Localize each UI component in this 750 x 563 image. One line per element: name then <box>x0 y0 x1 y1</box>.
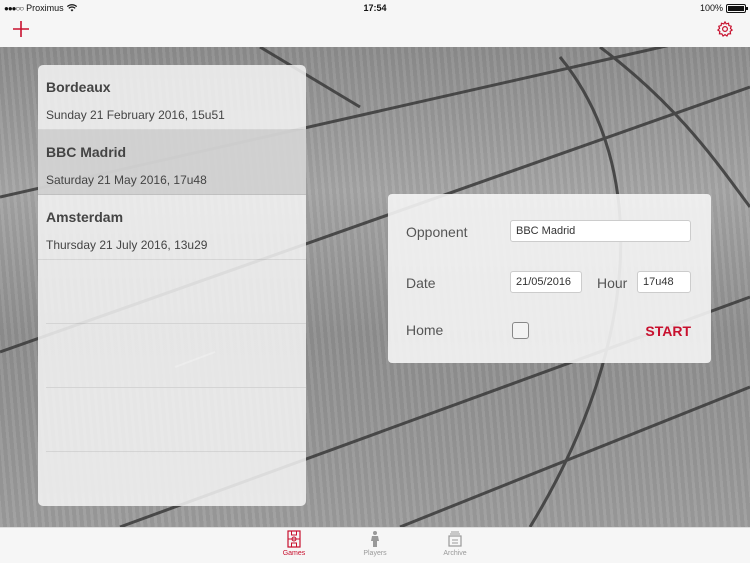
battery-icon <box>726 3 748 13</box>
game-row[interactable]: Bordeaux Sunday 21 February 2016, 15u51 <box>38 65 306 130</box>
status-bar: ●●●○○ Proximus 17:54 100% <box>0 0 750 16</box>
games-list[interactable]: Bordeaux Sunday 21 February 2016, 15u51 … <box>38 65 306 506</box>
tab-label: Games <box>282 550 306 557</box>
navigation-bar <box>0 16 750 47</box>
game-date: Sunday 21 February 2016, 15u51 <box>46 108 225 122</box>
opponent-input[interactable]: BBC Madrid <box>510 220 691 242</box>
empty-row <box>46 388 306 452</box>
hour-label: Hour <box>597 275 628 291</box>
opponent-label: Opponent <box>406 224 468 240</box>
player-icon <box>371 531 379 547</box>
archive-icon <box>448 531 462 547</box>
gear-icon <box>716 20 734 37</box>
tab-games[interactable]: Games <box>264 530 324 557</box>
add-game-button[interactable] <box>12 20 32 40</box>
battery-percent: 100% <box>699 3 723 13</box>
tab-players[interactable]: Players <box>345 530 405 557</box>
hour-input[interactable]: 17u48 <box>637 271 691 293</box>
game-opponent: Amsterdam <box>46 209 124 225</box>
tab-bar: Games Players Archive <box>0 527 750 563</box>
game-row[interactable]: Amsterdam Thursday 21 July 2016, 13u29 <box>38 195 306 260</box>
game-date: Thursday 21 July 2016, 13u29 <box>46 238 208 252</box>
start-button[interactable]: START <box>645 323 691 339</box>
tab-label: Archive <box>443 550 467 557</box>
settings-button[interactable] <box>716 20 736 40</box>
game-date: Saturday 21 May 2016, 17u48 <box>46 173 207 187</box>
clock: 17:54 <box>363 3 387 13</box>
tab-archive[interactable]: Archive <box>425 530 485 557</box>
game-row-selected[interactable]: BBC Madrid Saturday 21 May 2016, 17u48 <box>38 130 306 195</box>
home-label: Home <box>406 322 444 338</box>
date-input[interactable]: 21/05/2016 <box>510 271 582 293</box>
plus-icon <box>13 21 29 37</box>
date-label: Date <box>406 275 436 291</box>
court-icon <box>287 530 301 548</box>
home-checkbox[interactable] <box>512 322 529 339</box>
game-opponent: BBC Madrid <box>46 144 127 160</box>
empty-row <box>46 260 306 324</box>
game-opponent: Bordeaux <box>46 79 111 95</box>
game-setup-form: Opponent BBC Madrid Date 21/05/2016 Hour… <box>388 194 711 363</box>
tab-label: Players <box>363 550 387 557</box>
empty-row <box>46 324 306 388</box>
